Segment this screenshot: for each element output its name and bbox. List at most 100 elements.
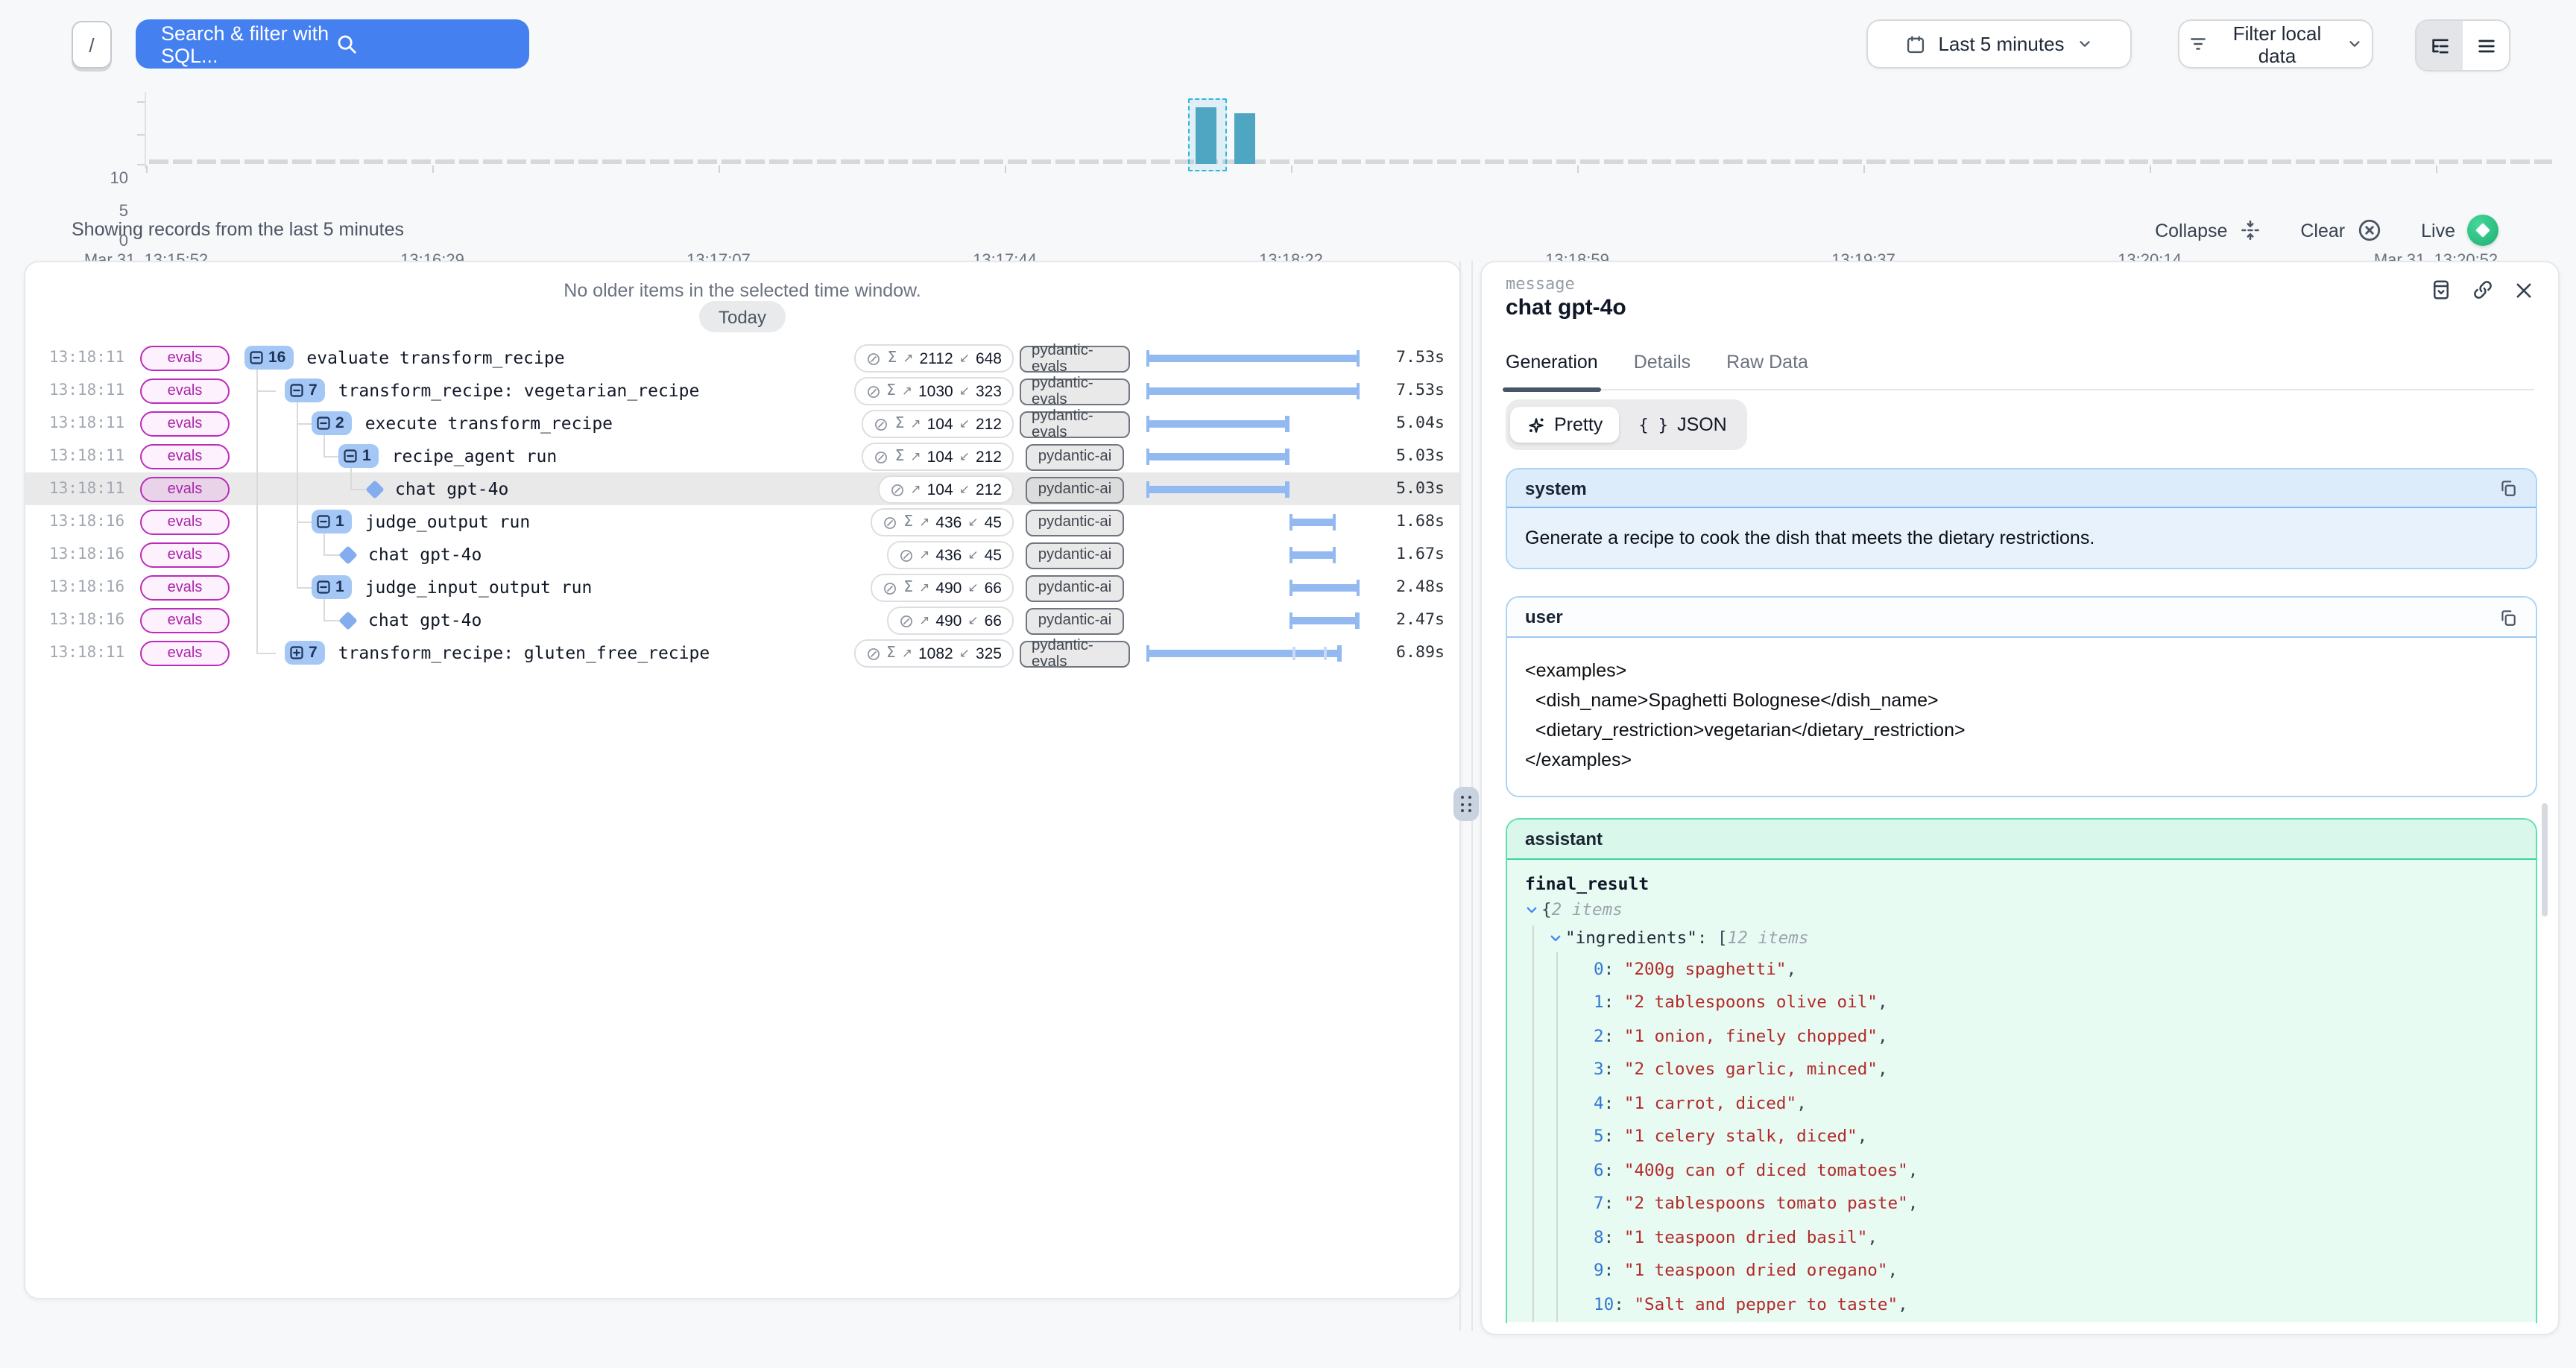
live-toggle-button[interactable]: Live (2421, 215, 2498, 246)
json-items-note: 2 items (1552, 900, 1623, 919)
collapse-node-button[interactable]: 16 (244, 346, 293, 370)
waterfall-bar[interactable] (1146, 387, 1360, 394)
copy-link-button[interactable] (2472, 279, 2494, 301)
json-root-line: { 2 items (1525, 897, 2518, 922)
dock-panel-button[interactable] (2430, 279, 2452, 301)
json-string-value: "400g can of diced tomatoes" (1624, 1161, 1908, 1180)
json-index: 4 (1594, 1094, 1604, 1113)
waterfall-bar[interactable] (1289, 617, 1359, 624)
collapse-node-button[interactable]: 1 (312, 575, 352, 599)
json-index: 7 (1594, 1194, 1604, 1214)
copy-button[interactable] (2498, 607, 2518, 627)
tree-indent-guide (1532, 925, 1533, 1322)
filter-local-data-dropdown[interactable]: Filter local data (2178, 19, 2373, 69)
tree-view-toggle-button[interactable] (2416, 21, 2463, 70)
trace-tree-row[interactable]: 13:18:11evals7transform_recipe: vegetari… (25, 374, 1459, 407)
token-usage-badge: Σ↗104↙212 (862, 410, 1014, 438)
tab-generation[interactable]: Generation (1506, 352, 1598, 389)
evals-badge[interactable]: evals (140, 608, 230, 633)
collapse-node-button[interactable]: 2 (312, 411, 352, 435)
evals-badge[interactable]: evals (140, 444, 230, 469)
trace-tree-row[interactable]: 13:18:11evals1recipe_agent runΣ↗104↙212p… (25, 440, 1459, 472)
waterfall-column (1146, 341, 1360, 374)
sum-sigma-icon: Σ (886, 645, 896, 662)
row-duration: 6.89s (1396, 636, 1445, 669)
detail-panel-scrollbar[interactable] (2542, 803, 2548, 916)
activity-timeline-chart[interactable]: 10 5 0 Mar 31. 13:15:5213:16:2913:17:071… (0, 77, 2576, 204)
json-array-item: 7: "2 tablespoons tomato paste", (1525, 1187, 2518, 1220)
collapse-node-button[interactable]: 1 (312, 510, 352, 533)
x-axis-tickmark (1863, 165, 1865, 173)
close-panel-button[interactable] (2513, 279, 2534, 301)
tokens-coin-icon (889, 482, 904, 497)
evals-badge[interactable]: evals (140, 379, 230, 404)
expand-node-button[interactable]: 7 (285, 641, 325, 665)
json-expander-chevron-icon[interactable] (1549, 931, 1562, 944)
trace-tree-row[interactable]: 13:18:11evalschat gpt-4o↗104↙212pydantic… (25, 472, 1459, 505)
waterfall-bar[interactable] (1146, 420, 1289, 427)
json-string-value: "2 tablespoons olive oil" (1624, 993, 1878, 1013)
trace-tree-row[interactable]: 13:18:16evals1judge_output runΣ↗436↙45py… (25, 505, 1459, 538)
evals-badge[interactable]: evals (140, 411, 230, 437)
waterfall-bar[interactable] (1146, 355, 1360, 361)
x-axis-tickmark (1577, 165, 1579, 173)
sum-sigma-icon: Σ (895, 416, 905, 432)
child-count: 1 (335, 513, 344, 531)
panel-resize-handle[interactable] (1453, 787, 1479, 821)
evals-badge[interactable]: evals (140, 510, 230, 535)
json-toggle-button[interactable]: { } JSON (1622, 407, 1743, 443)
time-range-dropdown[interactable]: Last 5 minutes (1866, 19, 2132, 69)
waterfall-bar[interactable] (1146, 453, 1289, 460)
waterfall-bar[interactable] (1289, 551, 1336, 558)
evals-badge[interactable]: evals (140, 346, 230, 371)
copy-button[interactable] (2498, 478, 2518, 498)
json-string-value: "1 carrot, diced" (1624, 1094, 1796, 1113)
minus-box-icon (316, 580, 331, 595)
waterfall-bar[interactable] (1146, 650, 1342, 656)
waterfall-column (1146, 505, 1360, 538)
json-array-item: 6: "400g can of diced tomatoes", (1525, 1153, 2518, 1187)
output-tokens-arrow-icon: ↙ (967, 613, 978, 628)
trace-tree-row[interactable]: 13:18:11evals16evaluate transform_recipe… (25, 341, 1459, 374)
evals-badge[interactable]: evals (140, 575, 230, 601)
span-label: execute transform_recipe (365, 413, 613, 434)
search-button[interactable]: Search & filter with SQL... (136, 19, 529, 69)
pretty-toggle-button[interactable]: Pretty (1509, 407, 1619, 443)
span-diamond-icon (338, 545, 357, 563)
evals-badge[interactable]: evals (140, 542, 230, 568)
waterfall-bar[interactable] (1289, 519, 1336, 525)
evals-badge[interactable]: evals (140, 477, 230, 502)
json-string-value: "2 tablespoons tomato paste" (1624, 1194, 1908, 1214)
service-tag-label: pydantic-ai (1026, 574, 1124, 601)
tab-details[interactable]: Details (1634, 352, 1690, 389)
x-axis-tickmark (146, 165, 148, 173)
trace-tree-row[interactable]: 13:18:16evals1judge_input_output runΣ↗49… (25, 571, 1459, 604)
trace-tree-row[interactable]: 13:18:16evalschat gpt-4o↗490↙66pydantic-… (25, 604, 1459, 636)
token-usage-badge: Σ↗490↙66 (871, 574, 1014, 602)
json-index: 6 (1594, 1161, 1604, 1180)
evals-badge[interactable]: evals (140, 641, 230, 666)
output-tokens-arrow-icon: ↙ (959, 482, 970, 497)
waterfall-bar[interactable] (1146, 486, 1289, 493)
collapse-node-button[interactable]: 7 (285, 379, 325, 402)
trace-tree-row[interactable]: 13:18:11evals7transform_recipe: gluten_f… (25, 636, 1459, 669)
row-timestamp: 13:18:16 (49, 604, 124, 636)
collapse-button[interactable]: Collapse (2155, 219, 2261, 241)
tab-raw-data[interactable]: Raw Data (1726, 352, 1808, 389)
json-array-item: 11: "Parmesan cheese, grated (optional)" (1525, 1321, 2518, 1322)
list-view-toggle-button[interactable] (2463, 21, 2509, 70)
clear-button[interactable]: Clear (2300, 218, 2382, 243)
json-array-item: 8: "1 teaspoon dried basil", (1525, 1220, 2518, 1254)
json-expander-chevron-icon[interactable] (1525, 903, 1538, 916)
tree-indent-guide (1556, 952, 1557, 1322)
output-tokens-value: 212 (976, 448, 1002, 466)
trace-tree-row[interactable]: 13:18:11evals2execute transform_recipeΣ↗… (25, 407, 1459, 440)
json-index: 1 (1594, 993, 1604, 1013)
waterfall-column (1146, 571, 1360, 604)
clear-button-label: Clear (2300, 220, 2345, 241)
slash-key-label: / (89, 34, 94, 56)
trace-tree-row[interactable]: 13:18:16evalschat gpt-4o↗436↙45pydantic-… (25, 538, 1459, 571)
input-tokens-value: 1082 (918, 645, 953, 662)
collapse-node-button[interactable]: 1 (338, 444, 379, 468)
waterfall-bar[interactable] (1289, 584, 1360, 591)
